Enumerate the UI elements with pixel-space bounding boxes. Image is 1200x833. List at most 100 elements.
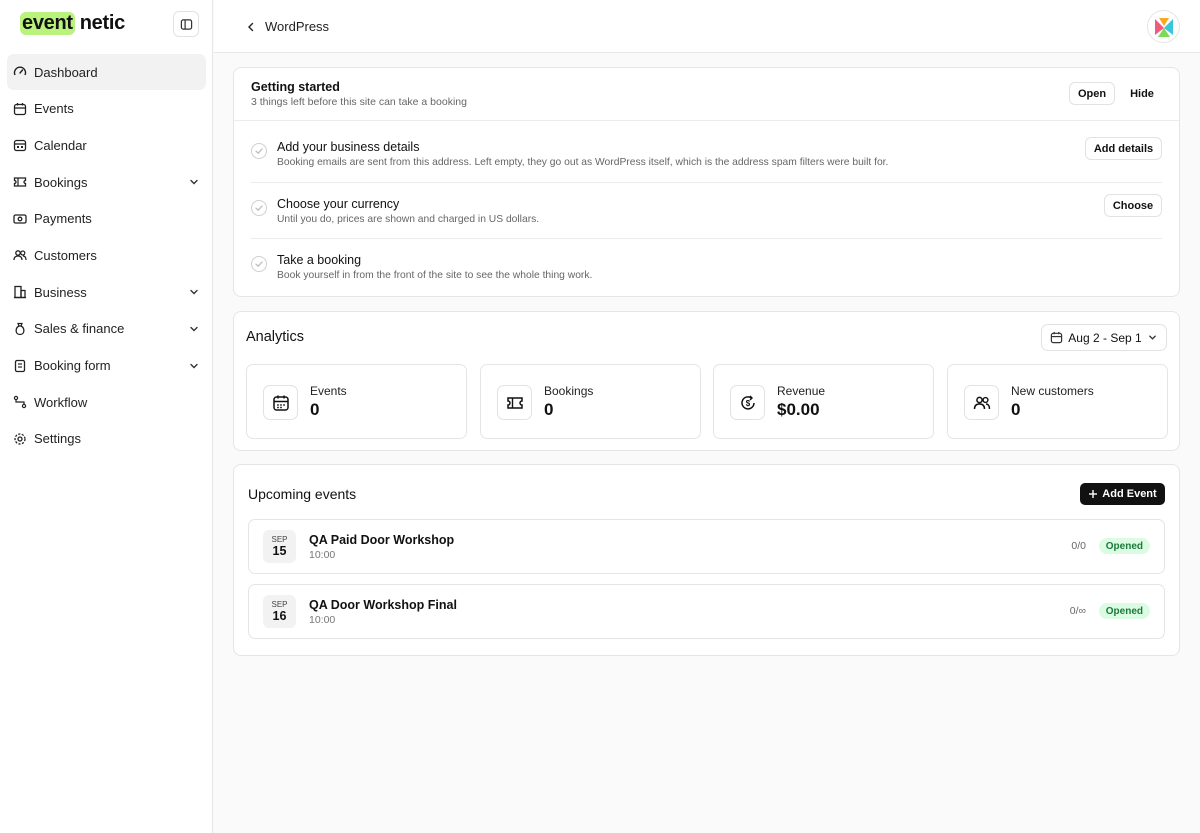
event-day: 16 [272, 609, 287, 623]
avatar[interactable] [1147, 10, 1180, 43]
sidebar-item-business[interactable]: Business [7, 274, 206, 310]
task-business-details: Add your business details Booking emails… [251, 126, 1162, 182]
ticket-icon [497, 385, 532, 420]
sidebar-item-label: Calendar [34, 137, 87, 153]
sidebar-item-settings[interactable]: Settings [7, 421, 206, 457]
event-row[interactable]: SEP 15 QA Paid Door Workshop 10:00 0/0 O… [248, 519, 1165, 574]
brand-logo[interactable]: event netic [20, 11, 125, 35]
sidebar-item-label: Sales & finance [34, 321, 125, 337]
getting-started-card: Getting started 3 things left before thi… [233, 67, 1180, 297]
stat-label: Bookings [544, 384, 594, 398]
task-description: Until you do, prices are shown and charg… [277, 214, 540, 225]
sidebar-item-events[interactable]: Events [7, 91, 206, 127]
event-capacity: 0/∞ [1069, 605, 1086, 617]
event-day: 15 [272, 544, 287, 558]
users-icon [13, 248, 27, 262]
sidebar-item-payments[interactable]: Payments [7, 201, 206, 237]
ticket-icon [13, 175, 27, 189]
task-currency: Choose your currency Until you do, price… [251, 182, 1162, 238]
brand-highlight: event [20, 11, 75, 35]
task-description: Booking emails are sent from this addres… [277, 157, 889, 168]
open-button[interactable]: Open [1069, 82, 1115, 105]
add-event-label: Add Event [1102, 488, 1157, 500]
stat-label: Events [310, 384, 347, 398]
check-circle-icon[interactable] [251, 143, 267, 159]
sidebar-toggle-icon [180, 18, 192, 30]
stat-card-revenue[interactable]: $ Revenue $0.00 [713, 364, 934, 439]
sidebar-item-workflow[interactable]: Workflow [7, 384, 206, 420]
avatar-logo-icon [1154, 17, 1173, 37]
brand-rest: netic [79, 11, 125, 34]
event-capacity: 0/0 [1071, 540, 1086, 552]
event-date: SEP 16 [263, 595, 296, 628]
date-range-label: Aug 2 - Sep 1 [1068, 330, 1142, 345]
form-icon [13, 359, 27, 373]
add-details-button[interactable]: Add details [1085, 137, 1162, 160]
chevron-down-icon[interactable] [188, 286, 200, 298]
getting-started-title: Getting started [251, 80, 340, 94]
stat-card-bookings[interactable]: Bookings 0 [480, 364, 701, 439]
sidebar-item-bookings[interactable]: Bookings [7, 164, 206, 200]
back-link[interactable]: WordPress [246, 19, 329, 34]
task-title: Take a booking [277, 253, 362, 267]
chevron-down-icon[interactable] [188, 176, 200, 188]
task-take-booking: Take a booking Book yourself in from the… [251, 238, 1162, 294]
sidebar: event netic Dashboard Events Calendar Bo… [0, 0, 213, 833]
date-range-select[interactable]: Aug 2 - Sep 1 [1041, 324, 1167, 351]
stat-value: 0 [310, 400, 320, 419]
sidebar-item-sales-finance[interactable]: Sales & finance [7, 311, 206, 347]
analytics-card: Analytics Aug 2 - Sep 1 Events 0 Booking… [233, 311, 1180, 451]
event-time: 10:00 [309, 549, 336, 561]
upcoming-events-title: Upcoming events [248, 486, 357, 502]
status-badge: Opened [1098, 603, 1150, 619]
gauge-icon [13, 65, 27, 79]
event-title: QA Door Workshop Final [309, 598, 457, 612]
moneybag-icon [13, 322, 27, 336]
plus-icon [1089, 490, 1098, 498]
collapse-sidebar-button[interactable] [173, 11, 199, 37]
choose-currency-button[interactable]: Choose [1104, 194, 1162, 217]
status-badge: Opened [1098, 538, 1150, 554]
sidebar-item-label: Customers [34, 247, 97, 263]
app-root: event netic Dashboard Events Calendar Bo… [0, 0, 1200, 833]
event-time: 10:00 [309, 614, 336, 626]
getting-started-header: Getting started 3 things left before thi… [234, 68, 1179, 121]
building-icon [13, 285, 27, 299]
sidebar-item-label: Events [34, 101, 74, 117]
svg-text:$: $ [745, 399, 750, 408]
sidebar-item-booking-form[interactable]: Booking form [7, 348, 206, 384]
stat-value: 0 [544, 400, 554, 419]
chevron-down-icon[interactable] [188, 360, 200, 372]
chevron-left-icon [248, 22, 254, 31]
chevron-down-icon[interactable] [188, 323, 200, 335]
sidebar-item-label: Bookings [34, 174, 88, 190]
stat-card-new-customers[interactable]: New customers 0 [947, 364, 1168, 439]
event-row[interactable]: SEP 16 QA Door Workshop Final 10:00 0/∞ … [248, 584, 1165, 639]
hide-button[interactable]: Hide [1120, 82, 1164, 105]
calendar-icon [263, 385, 298, 420]
sidebar-item-label: Workflow [34, 394, 88, 410]
task-title: Choose your currency [277, 197, 400, 211]
sidebar-item-label: Business [34, 284, 87, 300]
sidebar-item-customers[interactable]: Customers [7, 237, 206, 273]
topbar: WordPress [214, 0, 1200, 53]
money-icon [13, 212, 27, 226]
stat-card-events[interactable]: Events 0 [246, 364, 467, 439]
stat-label: New customers [1011, 384, 1094, 398]
calendar-icon [13, 102, 27, 116]
calendar-grid-icon [13, 138, 27, 152]
event-date: SEP 15 [263, 530, 296, 563]
sidebar-item-label: Booking form [34, 358, 111, 373]
check-circle-icon[interactable] [251, 200, 267, 216]
back-link-label: WordPress [265, 19, 330, 34]
analytics-title: Analytics [246, 329, 305, 345]
calendar-icon [1051, 331, 1063, 344]
workflow-icon [13, 395, 27, 409]
check-circle-icon[interactable] [251, 256, 267, 272]
sidebar-item-dashboard[interactable]: Dashboard [7, 54, 206, 90]
upcoming-events-card: Upcoming events Add Event SEP 15 QA Paid… [233, 464, 1180, 656]
add-event-button[interactable]: Add Event [1080, 483, 1165, 505]
getting-started-subtitle: 3 things left before this site can take … [251, 96, 467, 108]
sidebar-item-calendar[interactable]: Calendar [7, 127, 206, 163]
task-description: Book yourself in from the front of the s… [277, 270, 593, 281]
